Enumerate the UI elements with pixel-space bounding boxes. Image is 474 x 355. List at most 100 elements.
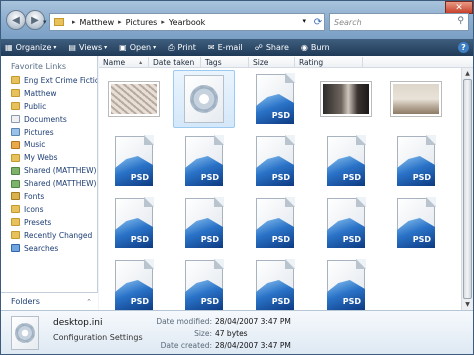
file-tile-photo[interactable]	[315, 70, 377, 128]
explorer-window: ✕ ◀ ▶ ▾ ▸ Matthew ▸ Pictures ▸ Yearbook …	[0, 0, 474, 355]
psd-file-icon: PSD	[115, 259, 154, 310]
sidebar-item-searches[interactable]: Searches	[1, 242, 97, 255]
back-button[interactable]: ◀	[6, 10, 26, 30]
file-tile-psd[interactable]: PSD	[173, 132, 235, 190]
file-tile-psd[interactable]: PSD	[103, 194, 165, 252]
sidebar-item-shared-1[interactable]: Shared (MATTHEW)	[1, 164, 97, 177]
column-header-rating[interactable]: Rating	[295, 57, 363, 67]
psd-label: PSD	[271, 235, 290, 244]
file-tile-psd[interactable]: PSD	[385, 194, 447, 252]
refresh-icon[interactable]: ⟳	[311, 13, 325, 31]
search-icon[interactable]: ⚲	[457, 16, 464, 26]
recent-pages-dropdown[interactable]: ▾	[43, 18, 47, 26]
sidebar-item-public[interactable]: Public	[1, 100, 97, 113]
address-bar[interactable]: ▸ Matthew ▸ Pictures ▸ Yearbook ▾	[49, 13, 325, 31]
sidebar-item-matthew[interactable]: Matthew	[1, 87, 97, 100]
sidebar-item-presets[interactable]: Presets	[1, 216, 97, 229]
sidebar-item-icons[interactable]: Icons	[1, 203, 97, 216]
print-button[interactable]: ⎙ Print	[168, 43, 196, 53]
sidebar-item-label: Matthew	[24, 88, 57, 98]
views-button[interactable]: ▤ Views ▾	[68, 43, 107, 52]
column-header-name[interactable]: Name ▴	[99, 57, 149, 67]
file-tile-photo[interactable]	[385, 70, 447, 128]
shared-folder-icon	[11, 179, 20, 188]
folder-icon	[11, 153, 20, 162]
search-placeholder: Search	[334, 17, 362, 27]
sidebar-item-label: Searches	[24, 243, 59, 253]
chevron-right-icon[interactable]: ▸	[72, 18, 76, 26]
file-grid: PSD PSD PSD PSD PSD PSD PSD PSD PSD PSD …	[99, 68, 461, 310]
sidebar-item-label: Public	[24, 101, 47, 111]
file-tile-desktop-ini[interactable]	[173, 70, 235, 128]
psd-file-icon: PSD	[327, 135, 366, 186]
psd-label: PSD	[130, 173, 149, 182]
vertical-scrollbar[interactable]: ▲ ▼	[461, 68, 473, 310]
address-dropdown-icon[interactable]: ▾	[302, 17, 306, 25]
file-tile-photo[interactable]	[103, 70, 165, 128]
file-tile-psd[interactable]: PSD	[315, 256, 377, 310]
open-button[interactable]: ▣ Open ▾	[119, 43, 156, 52]
scroll-down-icon[interactable]: ▼	[462, 299, 473, 310]
detail-size: Size: 47 bytes	[141, 329, 248, 338]
psd-label: PSD	[412, 173, 431, 182]
file-tile-psd[interactable]: PSD	[244, 70, 306, 128]
gear-icon	[15, 323, 35, 343]
share-icon: ☍	[254, 43, 263, 52]
burn-button[interactable]: ◉ Burn	[301, 43, 330, 52]
detail-value: 28/04/2007 3:47 PM	[215, 317, 291, 326]
settings-file-icon	[184, 75, 224, 123]
search-input[interactable]: Search ⚲	[329, 13, 469, 31]
share-label: Share	[265, 43, 289, 52]
folder-icon	[11, 218, 20, 227]
share-button[interactable]: ☍ Share	[255, 43, 289, 52]
detail-date-created: Date created: 28/04/2007 3:47 PM	[141, 341, 291, 350]
sidebar-item-shared-2[interactable]: Shared (MATTHEW)...	[1, 177, 97, 190]
organize-icon: ▦	[5, 43, 13, 52]
folders-toggle[interactable]: Folders ⌃	[1, 292, 98, 310]
file-tile-psd[interactable]: PSD	[173, 194, 235, 252]
breadcrumb-yearbook[interactable]: Yearbook	[169, 18, 205, 27]
forward-button[interactable]: ▶	[25, 10, 45, 30]
sidebar-item-label: My Webs	[24, 153, 58, 163]
scroll-up-icon[interactable]: ▲	[462, 68, 473, 79]
file-tile-psd[interactable]: PSD	[244, 256, 306, 310]
file-tile-psd[interactable]: PSD	[103, 256, 165, 310]
column-header-tags[interactable]: Tags	[201, 57, 249, 67]
chevron-right-icon[interactable]: ▸	[161, 18, 165, 26]
folders-label: Folders	[11, 297, 40, 306]
psd-file-icon: PSD	[327, 259, 366, 310]
help-icon[interactable]: ?	[458, 42, 469, 53]
psd-file-icon: PSD	[256, 135, 295, 186]
breadcrumb-matthew[interactable]: Matthew	[80, 18, 115, 27]
sidebar-item-recently-changed[interactable]: Recently Changed	[1, 229, 97, 242]
file-tile-psd[interactable]: PSD	[315, 194, 377, 252]
file-tile-psd[interactable]: PSD	[173, 256, 235, 310]
sidebar-item-my-webs[interactable]: My Webs	[1, 151, 97, 164]
title-bar: ✕ ◀ ▶ ▾ ▸ Matthew ▸ Pictures ▸ Yearbook …	[1, 1, 473, 39]
user-folder-icon	[11, 89, 20, 98]
file-tile-psd[interactable]: PSD	[385, 132, 447, 190]
sidebar-item-label: Icons	[24, 204, 44, 214]
column-header-size[interactable]: Size	[249, 57, 295, 67]
file-tile-psd[interactable]: PSD	[103, 132, 165, 190]
sidebar-item-music[interactable]: Music	[1, 138, 97, 151]
psd-file-icon: PSD	[256, 73, 295, 124]
file-tile-psd[interactable]: PSD	[244, 194, 306, 252]
column-label: Tags	[205, 57, 222, 67]
chevron-right-icon[interactable]: ▸	[118, 18, 122, 26]
organize-button[interactable]: ▦ Organize ▾	[5, 43, 56, 52]
detail-value: 28/04/2007 3:47 PM	[215, 341, 291, 350]
sidebar-item-pictures[interactable]: Pictures	[1, 126, 97, 139]
sidebar-item-fonts[interactable]: Fonts	[1, 190, 97, 203]
sidebar-item-documents[interactable]: Documents	[1, 113, 97, 126]
file-tile-psd[interactable]: PSD	[244, 132, 306, 190]
file-tile-psd[interactable]: PSD	[315, 132, 377, 190]
folder-icon	[54, 18, 64, 26]
breadcrumb-pictures[interactable]: Pictures	[126, 18, 158, 27]
forward-arrow-icon: ▶	[31, 14, 39, 26]
email-button[interactable]: ✉ E-mail	[208, 43, 243, 52]
column-header-date-taken[interactable]: Date taken	[149, 57, 201, 67]
sidebar-item-eng-ext[interactable]: Eng Ext Crime Fictio...	[1, 74, 97, 87]
scrollbar-thumb[interactable]	[463, 79, 472, 299]
sidebar-item-label: Shared (MATTHEW)	[24, 166, 97, 176]
